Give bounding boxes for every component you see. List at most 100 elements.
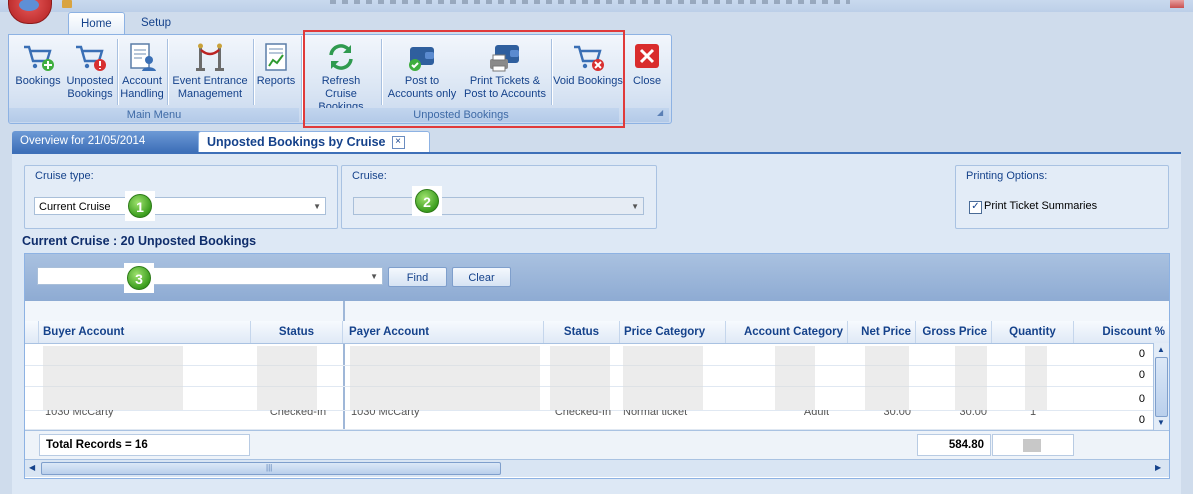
column-header-net-price[interactable]: Net Price <box>848 321 916 343</box>
column-header-gross-price[interactable]: Gross Price <box>916 321 992 343</box>
folder-icon[interactable] <box>62 0 72 8</box>
event-entrance-button[interactable]: Event Entrance Management <box>169 37 251 107</box>
redacted-area <box>43 346 183 410</box>
ribbon-separator <box>117 39 118 105</box>
ribbon-separator <box>253 39 254 105</box>
grid-header: Buyer Account Status Payer Account Statu… <box>25 321 1169 344</box>
badge-number: 2 <box>415 189 439 213</box>
column-header-discount[interactable]: Discount % <box>1074 321 1169 343</box>
close-label: Close <box>632 75 662 87</box>
tab-home[interactable]: Home <box>68 12 125 35</box>
horizontal-scroll-thumb[interactable]: ||| <box>41 462 501 475</box>
search-combo[interactable]: ▼ <box>37 267 383 285</box>
tab-overview[interactable]: Overview for 21/05/2014 <box>12 131 204 152</box>
net-price-cell: 30.00 <box>883 410 911 418</box>
column-header-payer-account[interactable]: Payer Account <box>345 321 544 343</box>
reports-label: Reports <box>256 75 296 87</box>
redacted-area <box>350 346 540 410</box>
column-header-status[interactable]: Status <box>251 321 343 343</box>
find-button[interactable]: Find <box>388 267 447 287</box>
ribbon-separator <box>167 39 168 105</box>
bookings-label: Bookings <box>15 75 61 87</box>
table-row[interactable]: 1030 McCarty Checked-In 1030 McCarty Che… <box>25 410 1153 430</box>
annotation-badge-3: 3 <box>124 263 154 293</box>
redacted-area <box>1025 346 1047 410</box>
close-icon <box>635 44 659 68</box>
unposted-label-2: Bookings <box>67 88 113 100</box>
horizontal-scrollbar[interactable]: ◀ ||| ▶ <box>25 459 1169 477</box>
quantity-cell: 1 <box>1029 410 1037 418</box>
close-button[interactable]: Close <box>629 37 665 107</box>
printing-options-title: Printing Options: <box>966 170 1048 182</box>
chevron-down-icon[interactable]: ▼ <box>370 268 378 286</box>
unposted-bookings-button[interactable]: Unposted Bookings <box>65 37 115 107</box>
cruise-title: Cruise: <box>352 170 387 182</box>
row-indicator-header <box>25 321 39 343</box>
column-header-buyer-account[interactable]: Buyer Account <box>39 321 251 343</box>
gross-price-cell: 30.00 <box>959 410 987 418</box>
discount-cell: 0 <box>1138 348 1145 360</box>
column-header-quantity[interactable]: Quantity <box>992 321 1074 343</box>
payer-status-cell: Checked-In <box>554 410 612 418</box>
grid-footer: Total Records = 16 584.80 <box>25 430 1169 459</box>
highlight-annotation <box>303 30 625 128</box>
redacted-area <box>955 346 987 410</box>
cart-add-icon <box>24 45 54 71</box>
report-chart-icon <box>265 43 287 71</box>
chevron-down-icon[interactable]: ▼ <box>313 198 321 216</box>
tab-setup[interactable]: Setup <box>129 12 183 34</box>
column-header-price-category[interactable]: Price Category <box>620 321 726 343</box>
account-category-cell: Adult <box>803 410 829 418</box>
event-label-2: Management <box>177 88 243 100</box>
vertical-scrollbar[interactable]: ▲ ▼ <box>1153 343 1169 430</box>
badge-number: 1 <box>128 194 152 218</box>
cruise-type-select[interactable]: Current Cruise ▼ <box>34 197 326 215</box>
grip-icon: ||| <box>266 463 273 472</box>
scroll-left-icon[interactable]: ◀ <box>29 463 35 472</box>
gross-price-total: 584.80 <box>917 434 991 456</box>
payer-cell: 1030 McCarty <box>351 410 420 418</box>
reports-button[interactable]: Reports <box>255 37 297 107</box>
column-header-payer-status[interactable]: Status <box>544 321 620 343</box>
scroll-up-icon[interactable]: ▲ <box>1157 345 1165 354</box>
bookings-grid: ▼ Find Clear 3 Buyer Account Status Paye… <box>24 253 1170 479</box>
scroll-right-icon[interactable]: ▶ <box>1155 463 1161 472</box>
print-summaries-checkbox[interactable]: ✓ <box>969 201 982 214</box>
redacted-area <box>623 346 703 410</box>
account-handling-icon <box>130 43 156 71</box>
annotation-badge-2: 2 <box>412 186 442 216</box>
vertical-scroll-thumb[interactable] <box>1155 357 1168 417</box>
chevron-down-icon[interactable]: ▼ <box>631 198 639 216</box>
app-logo-icon[interactable] <box>8 0 52 24</box>
grid-toolbar: ▼ Find Clear 3 <box>25 254 1169 301</box>
tab-unposted-bookings-by-cruise[interactable]: Unposted Bookings by Cruise × <box>198 131 430 153</box>
status-cell: Checked-In <box>269 410 327 418</box>
annotation-badge-1: 1 <box>125 191 155 221</box>
scroll-down-icon[interactable]: ▼ <box>1157 418 1165 427</box>
buyer-cell: 1030 McCarty <box>45 410 114 418</box>
discount-cell: 0 <box>1138 393 1145 405</box>
page-heading: Current Cruise : 20 Unposted Bookings <box>22 234 257 248</box>
account-label-1: Account <box>122 75 162 87</box>
window-title-text <box>330 0 850 4</box>
redacted-area <box>775 346 815 410</box>
printing-options-group: Printing Options: ✓ Print Ticket Summari… <box>955 165 1169 229</box>
tab-close-icon[interactable]: × <box>391 136 405 150</box>
quantity-total <box>992 434 1074 456</box>
column-header-account-category[interactable]: Account Category <box>726 321 848 343</box>
unposted-label-1: Unposted <box>66 75 114 87</box>
bookings-button[interactable]: Bookings <box>13 37 63 107</box>
ribbon-group-divider <box>301 36 302 120</box>
cruise-type-value: Current Cruise <box>39 201 111 213</box>
window-close-icon[interactable] <box>1170 0 1184 8</box>
cruise-select[interactable]: ▼ <box>353 197 644 215</box>
group-band <box>25 301 1169 322</box>
dialog-launcher-icon[interactable]: ◢ <box>657 108 665 117</box>
account-handling-button[interactable]: Account Handling <box>119 37 165 107</box>
account-label-2: Handling <box>120 88 164 100</box>
group-label-main-menu: Main Menu <box>9 108 299 122</box>
redacted-area <box>1023 439 1041 452</box>
badge-number: 3 <box>127 266 151 290</box>
tab-unposted-label: Unposted Bookings by Cruise <box>207 135 386 149</box>
clear-button[interactable]: Clear <box>452 267 511 287</box>
